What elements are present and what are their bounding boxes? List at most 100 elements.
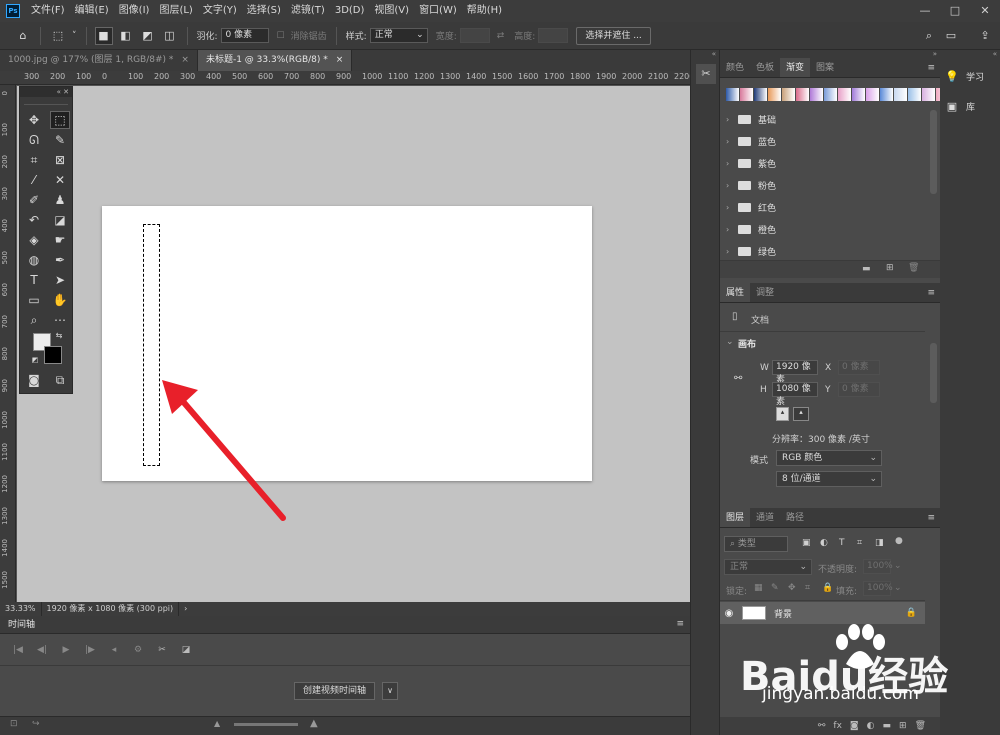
tab-adjustments[interactable]: 调整 [750, 283, 780, 302]
chevron-down-icon[interactable]: ˅ [72, 31, 77, 41]
search-icon[interactable]: ⌕ [920, 27, 938, 45]
delete-layer-icon[interactable]: 🗑 [915, 721, 926, 731]
gradient-swatch[interactable] [894, 88, 907, 101]
landscape-orientation-icon[interactable]: ▴ [793, 407, 809, 421]
layer-row-background[interactable]: ◉ 背景 🔒 [720, 602, 925, 624]
bit-depth-select[interactable]: 8 位/通道 ⌄ [776, 471, 882, 487]
link-layers-icon[interactable]: ⚯ [818, 721, 826, 731]
paint-bucket-tool-icon[interactable]: ◈ [24, 231, 44, 249]
rectangular-marquee-tool-icon[interactable]: ⬚ [50, 111, 70, 129]
scrollbar[interactable] [930, 343, 937, 403]
link-icon[interactable]: ⚯ [734, 373, 742, 384]
gradient-folder-orange[interactable]: › 橙色 [726, 219, 776, 239]
ruler-left[interactable]: 0 100 200 300 400 500 600 700 800 900 1000 1100 1200… [0, 85, 16, 602]
crop-tool-icon[interactable]: ⌗ [24, 151, 44, 169]
lock-icon[interactable]: 🔒 [906, 608, 917, 618]
gradient-swatch[interactable] [838, 88, 851, 101]
gradient-swatch[interactable] [740, 88, 753, 101]
play-icon[interactable]: ▶ [54, 645, 78, 655]
ruler-top[interactable]: 300 200 100 0 100 200 300 400 500 600 700 800 900 100… [0, 71, 690, 85]
gradient-folder-basic[interactable]: › 基础 [726, 109, 776, 129]
menu-layer[interactable]: 图层(L) [154, 0, 197, 22]
new-selection-icon[interactable]: ■ [94, 26, 113, 45]
subtract-selection-icon[interactable]: ◩ [139, 27, 157, 45]
layer-name[interactable]: 背景 [774, 607, 906, 620]
next-frame-icon[interactable]: |▶ [78, 645, 102, 655]
learn-button[interactable]: 💡 学习 [944, 64, 996, 88]
collapse-icon[interactable]: » [720, 50, 940, 58]
smart-object-filter-icon[interactable]: ◨ [875, 538, 884, 548]
chevron-down-icon[interactable]: ⌄ [726, 337, 734, 347]
swap-icon[interactable]: ⇄ [497, 31, 505, 41]
quick-selection-tool-icon[interactable]: ✎ [50, 131, 70, 149]
fill-input[interactable]: 100% [863, 581, 893, 596]
panel-menu-icon[interactable]: ≡ [927, 283, 935, 303]
select-and-mask-button[interactable]: 选择并遮住 ... [576, 26, 651, 45]
lock-all-icon[interactable]: 🔒 [822, 583, 833, 593]
panel-collapse-icon[interactable]: « ✕ [20, 87, 72, 97]
library-button[interactable]: ▣ 库 [944, 94, 996, 118]
frame-tool-icon[interactable]: ⊠ [50, 151, 70, 169]
expand-panels-icon[interactable]: « [691, 50, 719, 58]
type-tool-icon[interactable]: T [24, 271, 44, 289]
brush-tool-icon[interactable]: ✐ [24, 191, 44, 209]
menu-select[interactable]: 选择(S) [242, 0, 286, 22]
scrollbar[interactable] [930, 110, 937, 194]
adjustment-layer-icon[interactable]: ◐ [867, 721, 875, 731]
lock-position-icon[interactable]: ✥ [788, 583, 796, 593]
menu-window[interactable]: 窗口(W) [414, 0, 462, 22]
menu-3d[interactable]: 3D(D) [330, 0, 370, 22]
panel-grip[interactable] [24, 97, 68, 105]
move-tool-icon[interactable]: ✥ [24, 111, 44, 129]
status-arrow-icon[interactable]: › [179, 602, 192, 616]
gradient-swatch[interactable] [782, 88, 795, 101]
pen-tool-icon[interactable]: ✒ [50, 251, 70, 269]
chevron-right-icon[interactable]: › [726, 115, 738, 124]
tool-presets-icon[interactable]: ✂ [696, 64, 716, 84]
gradient-swatch[interactable] [852, 88, 865, 101]
close-window-button[interactable]: ✕ [970, 0, 1000, 22]
new-group-icon[interactable]: ▬ [883, 721, 892, 731]
clone-stamp-tool-icon[interactable]: ♟ [50, 191, 70, 209]
hand-tool-icon[interactable]: ✋ [50, 291, 70, 309]
chevron-right-icon[interactable]: › [726, 137, 738, 146]
background-color-swatch[interactable] [44, 346, 62, 364]
smudge-tool-icon[interactable]: ☛ [50, 231, 70, 249]
gradient-swatch[interactable] [810, 88, 823, 101]
layer-filter-select[interactable]: ⌕ 类型 [724, 536, 788, 552]
zoom-slider[interactable] [234, 723, 298, 726]
canvas-width-input[interactable]: 1920 像素 [772, 360, 818, 385]
canvas-height-input[interactable]: 1080 像素 [772, 382, 818, 407]
tab-layers[interactable]: 图层 [720, 508, 751, 527]
eyedropper-tool-icon[interactable]: ⁄ [24, 171, 44, 189]
adjustment-filter-icon[interactable]: ◐ [820, 538, 828, 548]
new-gradient-icon[interactable]: ⊞ [886, 263, 894, 273]
swap-colors-icon[interactable]: ⇆ [54, 330, 64, 340]
width-input[interactable] [459, 28, 490, 43]
visibility-eye-icon[interactable]: ◉ [720, 608, 738, 619]
zoom-level[interactable]: 33.33% [0, 602, 42, 616]
gradient-swatch[interactable] [754, 88, 767, 101]
feather-input[interactable]: 0 像素 [220, 28, 269, 43]
screen-mode-icon[interactable]: ⧉ [50, 371, 70, 389]
convert-icon[interactable]: ↪ [32, 719, 40, 729]
gradient-folder-green[interactable]: › 绿色 [726, 241, 776, 261]
add-selection-icon[interactable]: ◧ [117, 27, 135, 45]
audio-icon[interactable]: ◂ [102, 645, 126, 655]
close-icon[interactable]: × [336, 55, 344, 65]
canvas-x-input[interactable]: 0 像素 [838, 360, 880, 375]
panel-menu-icon[interactable]: ≡ [927, 58, 935, 78]
type-filter-icon[interactable]: T [839, 538, 845, 548]
zoom-out-icon[interactable]: ▲ [214, 719, 220, 728]
chevron-right-icon[interactable]: › [726, 203, 738, 212]
minimize-button[interactable]: — [910, 0, 940, 22]
gradient-swatch[interactable] [880, 88, 893, 101]
gradient-folder-red[interactable]: › 红色 [726, 197, 776, 217]
add-mask-icon[interactable]: ◙ [850, 721, 859, 731]
menu-image[interactable]: 图像(I) [114, 0, 155, 22]
timeline-title[interactable]: 时间轴 [0, 616, 690, 634]
marquee-preset-icon[interactable]: ⬚ [49, 27, 67, 45]
tab-untitled-1[interactable]: 未标题-1 @ 33.3%(RGB/8) * × [197, 50, 353, 71]
more-tools-icon[interactable]: ⋯ [50, 311, 70, 329]
path-selection-tool-icon[interactable]: ➤ [50, 271, 70, 289]
